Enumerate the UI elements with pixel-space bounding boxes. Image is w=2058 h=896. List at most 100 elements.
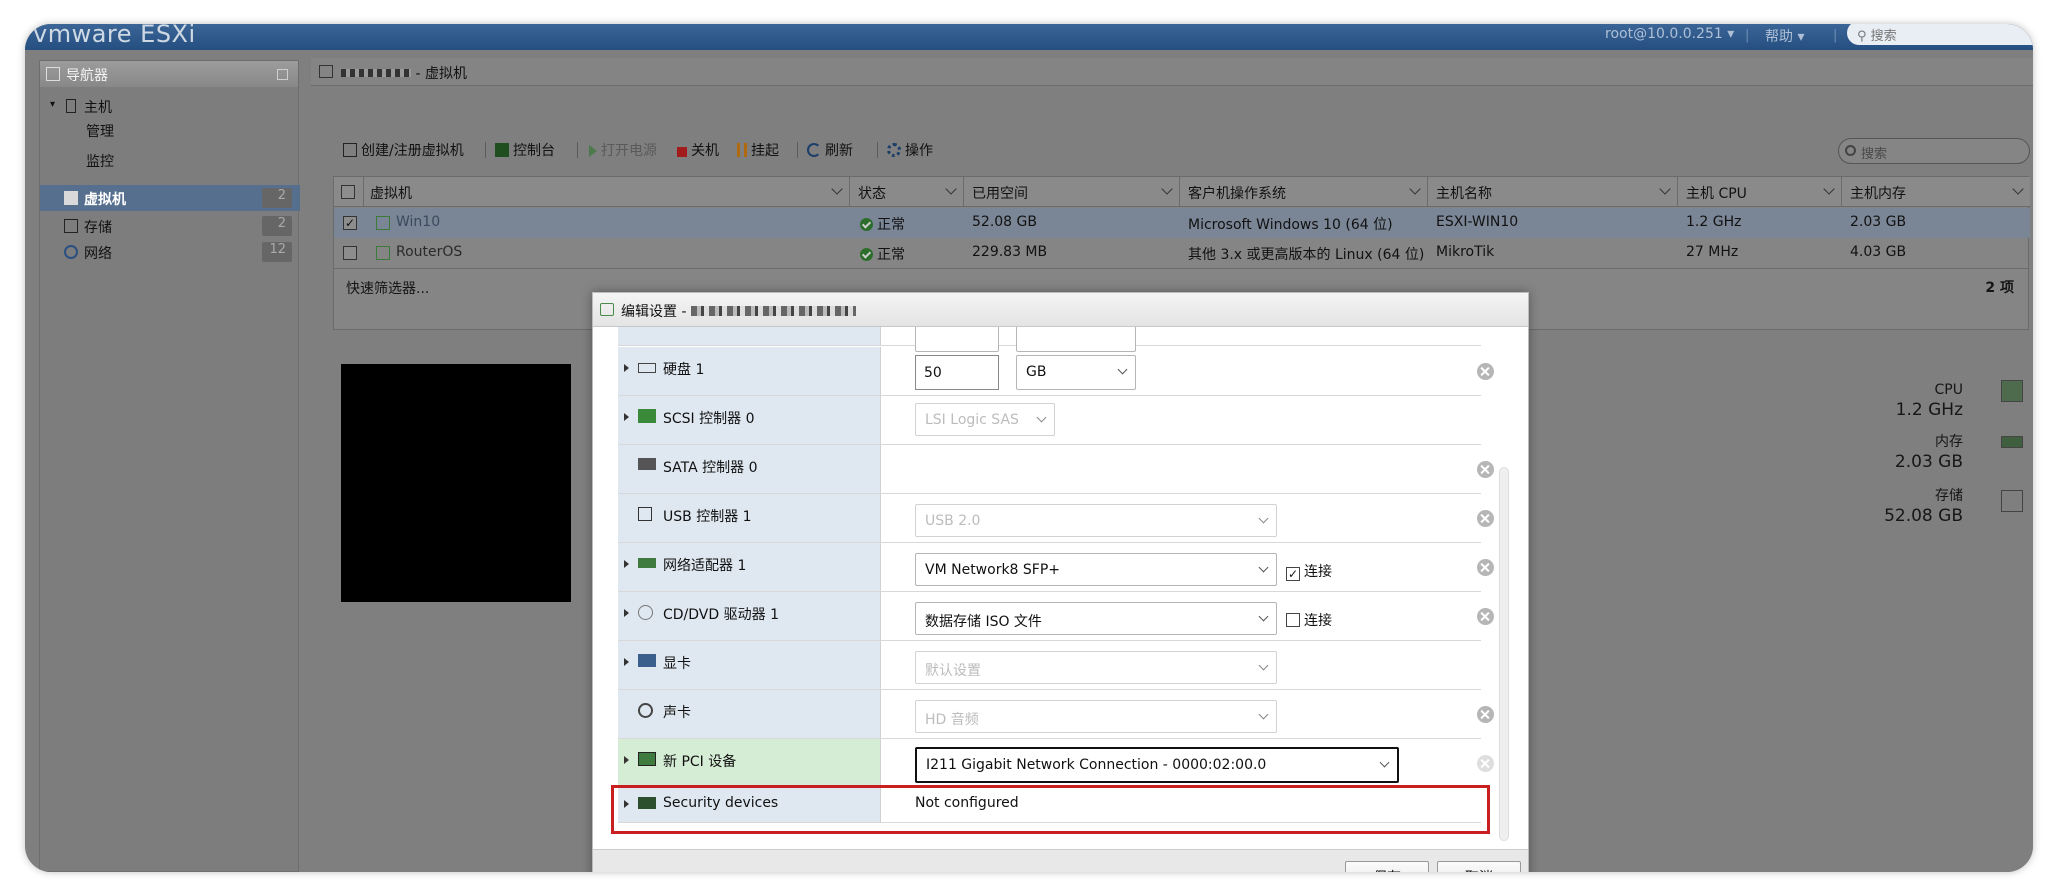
table-row[interactable]: ✓ Win10 正常 52.08 GB Microsoft Windows 10… xyxy=(334,208,2030,238)
nav-item-storage[interactable]: 存储 2 xyxy=(40,213,300,239)
cpu-icon xyxy=(2001,380,2023,402)
nav-item-monitor[interactable]: 监控 xyxy=(40,147,300,173)
display-select[interactable]: 默认设置 xyxy=(915,651,1277,684)
remove-device-icon[interactable] xyxy=(1477,706,1494,723)
column-header-vm[interactable]: 虚拟机 xyxy=(364,177,850,207)
scsi-type-select[interactable]: LSI Logic SAS xyxy=(915,403,1055,436)
vm-console-thumbnail[interactable] xyxy=(341,364,571,602)
vmware-logo: vmware ESXi xyxy=(33,24,196,48)
column-header-used-space[interactable]: 已用空间 xyxy=(964,177,1180,207)
sata-icon xyxy=(638,458,656,470)
chevron-down-icon[interactable] xyxy=(945,183,957,195)
chevron-down-icon[interactable] xyxy=(831,183,843,195)
scrollbar[interactable] xyxy=(1499,467,1509,841)
nav-item-host[interactable]: ▾ 主机 xyxy=(40,93,300,119)
suspend-button[interactable]: 挂起 xyxy=(737,140,779,160)
row-checkbox[interactable]: ✓ xyxy=(343,216,357,230)
row-checkbox[interactable] xyxy=(343,246,357,260)
create-vm-button[interactable]: 创建/注册虚拟机 xyxy=(343,140,464,160)
power-off-button[interactable]: 关机 xyxy=(677,140,719,160)
gear-icon xyxy=(887,143,901,157)
chevron-down-icon[interactable] xyxy=(1659,183,1671,195)
chevron-down-icon[interactable] xyxy=(1823,183,1835,195)
expand-icon[interactable] xyxy=(624,609,629,617)
help-menu[interactable]: 帮助 ▾ xyxy=(1765,26,1804,46)
expand-icon[interactable] xyxy=(624,560,629,568)
console-button[interactable]: 控制台 xyxy=(495,140,555,160)
usb-type-select[interactable]: USB 2.0 xyxy=(915,504,1277,537)
power-on-button[interactable]: 打开电源 xyxy=(589,140,657,160)
redacted-vm-name xyxy=(690,306,856,316)
remove-device-icon[interactable] xyxy=(1477,510,1494,527)
top-search-input[interactable]: ⚲ 搜索 xyxy=(1847,24,2033,45)
cd-icon xyxy=(638,605,653,620)
remove-device-icon[interactable] xyxy=(1477,461,1494,478)
column-header-host-memory[interactable]: 主机内存 xyxy=(1842,177,2030,207)
chevron-down-icon[interactable] xyxy=(1409,183,1421,195)
actions-button[interactable]: 操作 xyxy=(887,140,933,160)
remove-device-icon[interactable] xyxy=(1477,608,1494,625)
scsi-icon xyxy=(638,409,656,423)
nav-vms-count: 2 xyxy=(262,188,292,208)
column-header-status[interactable]: 状态 xyxy=(850,177,964,207)
table-row[interactable]: RouterOS 正常 229.83 MB 其他 3.x 或更高版本的 Linu… xyxy=(334,238,2030,268)
select-all-header[interactable] xyxy=(334,177,364,207)
column-header-guest-os[interactable]: 客户机操作系统 xyxy=(1180,177,1428,207)
nav-item-vms[interactable]: 虚拟机 2 xyxy=(40,185,300,211)
expand-icon[interactable] xyxy=(624,756,629,764)
remove-device-icon[interactable] xyxy=(1477,363,1494,380)
cancel-button[interactable]: 取消 xyxy=(1437,861,1521,872)
breadcrumb: - 虚拟机 xyxy=(341,63,467,83)
remove-device-icon[interactable] xyxy=(1477,755,1494,772)
connect-checkbox-box[interactable] xyxy=(1286,613,1300,627)
column-os-label: 客户机操作系统 xyxy=(1188,186,1286,202)
sound-select[interactable]: HD 音频 xyxy=(915,700,1277,733)
nav-item-network[interactable]: 网络 12 xyxy=(40,239,300,265)
disk-unit-select[interactable]: GB xyxy=(1016,355,1136,390)
nav-network-label: 网络 xyxy=(84,246,112,262)
memory-usage: 内存 2.03 GB xyxy=(1895,432,1963,472)
redacted-host-name xyxy=(341,69,411,77)
remove-device-icon[interactable] xyxy=(1477,559,1494,576)
cd-source-select[interactable]: 数据存储 ISO 文件 xyxy=(915,602,1277,635)
pci-device-select[interactable]: I211 Gigabit Network Connection - 0000:0… xyxy=(915,747,1399,783)
edit-settings-dialog: 编辑设置 - 硬盘 1 50 GB SCSI 控制器 0 LSI Logic S… xyxy=(592,292,1529,872)
collapse-icon[interactable] xyxy=(277,69,288,80)
column-header-hostname[interactable]: 主机名称 xyxy=(1428,177,1678,207)
chevron-down-icon[interactable] xyxy=(1161,183,1173,195)
expand-icon[interactable] xyxy=(624,413,629,421)
save-button[interactable]: 保存 xyxy=(1345,861,1429,872)
column-status-label: 状态 xyxy=(858,186,886,202)
device-row-sata: SATA 控制器 0 xyxy=(618,445,1494,494)
user-menu[interactable]: root@10.0.0.251 ▾ xyxy=(1605,26,1734,42)
network-select[interactable]: VM Network8 SFP+ xyxy=(915,553,1277,586)
expand-icon[interactable] xyxy=(624,658,629,666)
cpu-usage: CPU 1.2 GHz xyxy=(1896,380,1963,420)
expand-icon[interactable]: ▾ xyxy=(50,99,55,110)
storage-icon xyxy=(2001,490,2023,512)
vm-search-input[interactable]: 搜索 xyxy=(1838,138,2030,164)
chevron-down-icon[interactable] xyxy=(2012,183,2024,195)
disk-size-input[interactable]: 50 xyxy=(915,355,999,390)
refresh-icon xyxy=(807,143,821,157)
vm-name-link[interactable]: Win10 xyxy=(396,214,440,230)
host-memory-cell: 4.03 GB xyxy=(1850,244,1907,260)
refresh-button[interactable]: 刷新 xyxy=(807,140,853,160)
column-header-host-cpu[interactable]: 主机 CPU xyxy=(1678,177,1842,207)
device-row-usb: USB 控制器 1 USB 2.0 xyxy=(618,494,1494,543)
expand-icon[interactable] xyxy=(624,364,629,372)
column-used-label: 已用空间 xyxy=(972,186,1028,202)
divider: | xyxy=(1745,28,1750,43)
quick-filter-dropdown[interactable]: 快速筛选器... xyxy=(346,278,429,298)
guest-os-cell: 其他 3.x 或更高版本的 Linux (64 位) xyxy=(1188,247,1425,263)
navigator-icon xyxy=(46,67,60,81)
network-connect-checkbox[interactable]: ✓ 连接 xyxy=(1286,561,1332,581)
chevron-down-icon xyxy=(1379,757,1390,768)
nav-item-manage[interactable]: 管理 xyxy=(40,117,300,143)
device-row-network-adapter: 网络适配器 1 VM Network8 SFP+ ✓ 连接 xyxy=(618,543,1494,592)
connect-checkbox-box[interactable]: ✓ xyxy=(1286,567,1300,581)
select-all-checkbox[interactable] xyxy=(341,185,355,199)
cd-connect-checkbox[interactable]: 连接 xyxy=(1286,610,1332,630)
vm-name-link[interactable]: RouterOS xyxy=(396,244,462,260)
scsi-type-value: LSI Logic SAS xyxy=(925,412,1019,428)
